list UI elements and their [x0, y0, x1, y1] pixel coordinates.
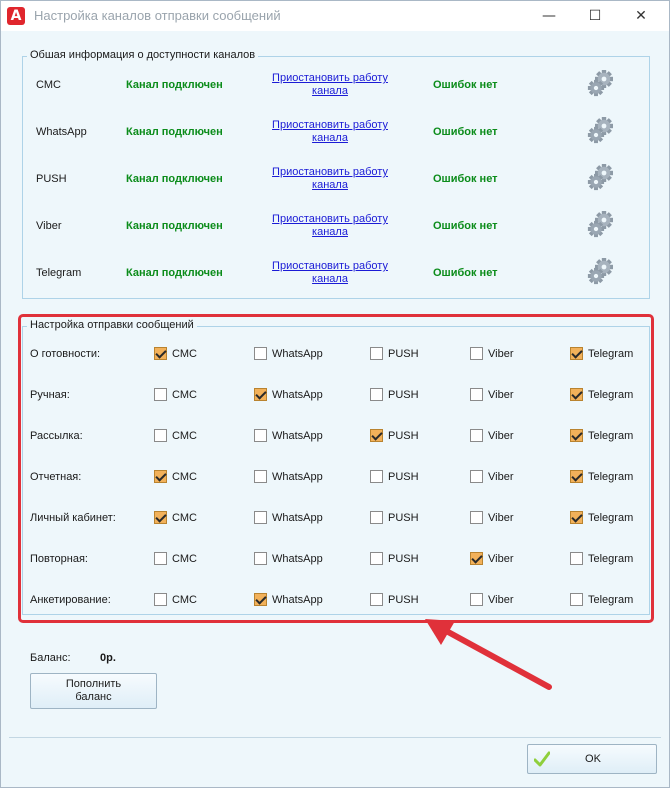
settings-window: A Настройка каналов отправки сообщений —… — [0, 0, 670, 788]
annotation-arrow — [425, 619, 552, 690]
highlight-frame — [18, 314, 654, 623]
gear-settings-icon[interactable] — [585, 255, 617, 287]
balance-value: 0р. — [100, 652, 116, 664]
ok-label: OK — [585, 753, 601, 765]
balance-label: Баланс: — [30, 652, 71, 664]
gear-settings-icon[interactable] — [585, 67, 617, 99]
channel-status: Канал подключен — [126, 126, 223, 138]
title-bar[interactable]: A Настройка каналов отправки сообщений —… — [1, 1, 669, 31]
ok-button[interactable]: OK — [527, 744, 657, 774]
channel-status: Канал подключен — [126, 79, 223, 91]
minimize-button[interactable]: — — [526, 1, 572, 31]
channel-name: Telegram — [36, 267, 82, 279]
availability-caption: Обшая информация о доступности каналов — [27, 49, 259, 61]
channel-status: Канал подключен — [126, 267, 223, 279]
channel-errors: Ошибок нет — [433, 126, 498, 138]
footer-divider — [9, 737, 661, 738]
gear-settings-icon[interactable] — [585, 208, 617, 240]
topup-balance-label: Пополнить баланс — [65, 678, 122, 703]
topup-balance-button[interactable]: Пополнить баланс — [30, 673, 157, 709]
channel-name: PUSH — [36, 173, 67, 185]
suspend-channel-link[interactable]: Приостановить работу канала — [265, 119, 395, 145]
channel-name: СМС — [36, 79, 61, 91]
channel-name: WhatsApp — [36, 126, 87, 138]
channel-errors: Ошибок нет — [433, 267, 498, 279]
close-button[interactable]: ✕ — [618, 1, 664, 31]
channel-errors: Ошибок нет — [433, 173, 498, 185]
gear-settings-icon[interactable] — [585, 114, 617, 146]
channel-status: Канал подключен — [126, 220, 223, 232]
maximize-button[interactable]: ☐ — [572, 1, 618, 31]
channel-errors: Ошибок нет — [433, 220, 498, 232]
gear-settings-icon[interactable] — [585, 161, 617, 193]
suspend-channel-link[interactable]: Приостановить работу канала — [265, 260, 395, 286]
suspend-channel-link[interactable]: Приостановить работу канала — [265, 72, 395, 98]
window-title: Настройка каналов отправки сообщений — [34, 8, 281, 23]
channel-name: Viber — [36, 220, 62, 232]
suspend-channel-link[interactable]: Приостановить работу канала — [265, 166, 395, 192]
suspend-channel-link[interactable]: Приостановить работу канала — [265, 213, 395, 239]
channel-status: Канал подключен — [126, 173, 223, 185]
channel-errors: Ошибок нет — [433, 79, 498, 91]
app-logo-icon: A — [7, 7, 25, 25]
